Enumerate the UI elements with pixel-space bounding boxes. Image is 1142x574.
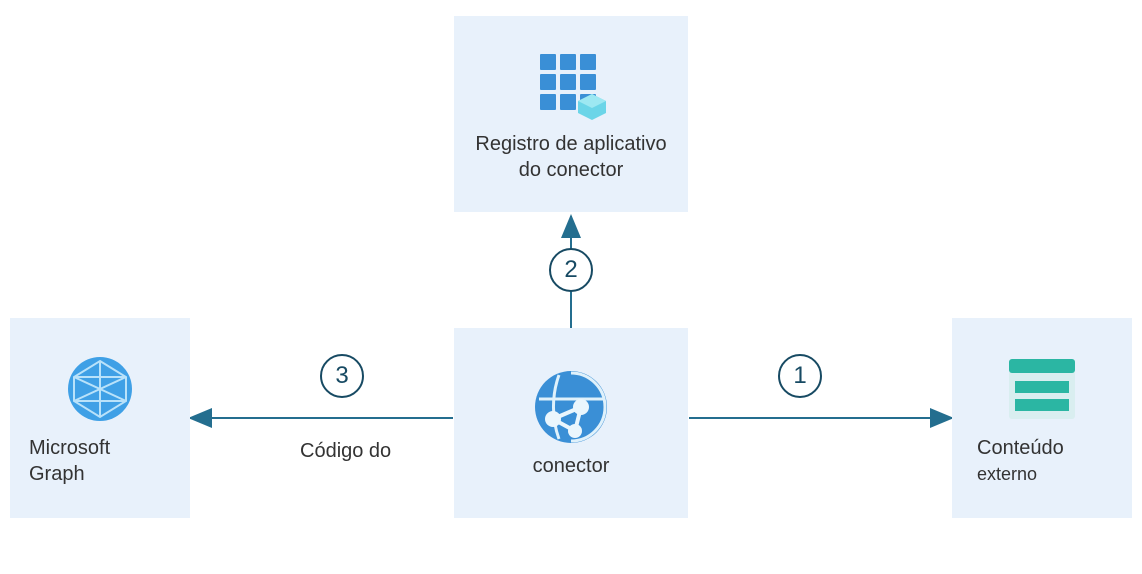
connector-icon xyxy=(531,367,611,447)
node-microsoft-graph: Microsoft Graph xyxy=(10,318,190,518)
node-microsoft-graph-label: Microsoft Graph xyxy=(21,435,110,487)
node-app-registration: Registro de aplicativo do conector xyxy=(454,16,688,212)
arrow-left-label: Código do xyxy=(300,440,391,463)
microsoft-graph-icon xyxy=(60,349,140,429)
node-connector-label: conector xyxy=(533,453,610,479)
step-badge-1: 1 xyxy=(778,354,822,398)
node-external-content-label: Conteúdo externo xyxy=(963,435,1064,487)
node-external-content: Conteúdo externo xyxy=(952,318,1132,518)
node-connector-code: conector xyxy=(454,328,688,518)
step-badge-2: 2 xyxy=(549,248,593,292)
node-app-registration-label: Registro de aplicativo do conector xyxy=(465,131,677,183)
app-registration-icon xyxy=(531,45,611,125)
step-badge-3: 3 xyxy=(320,354,364,398)
external-content-icon xyxy=(1002,349,1082,429)
